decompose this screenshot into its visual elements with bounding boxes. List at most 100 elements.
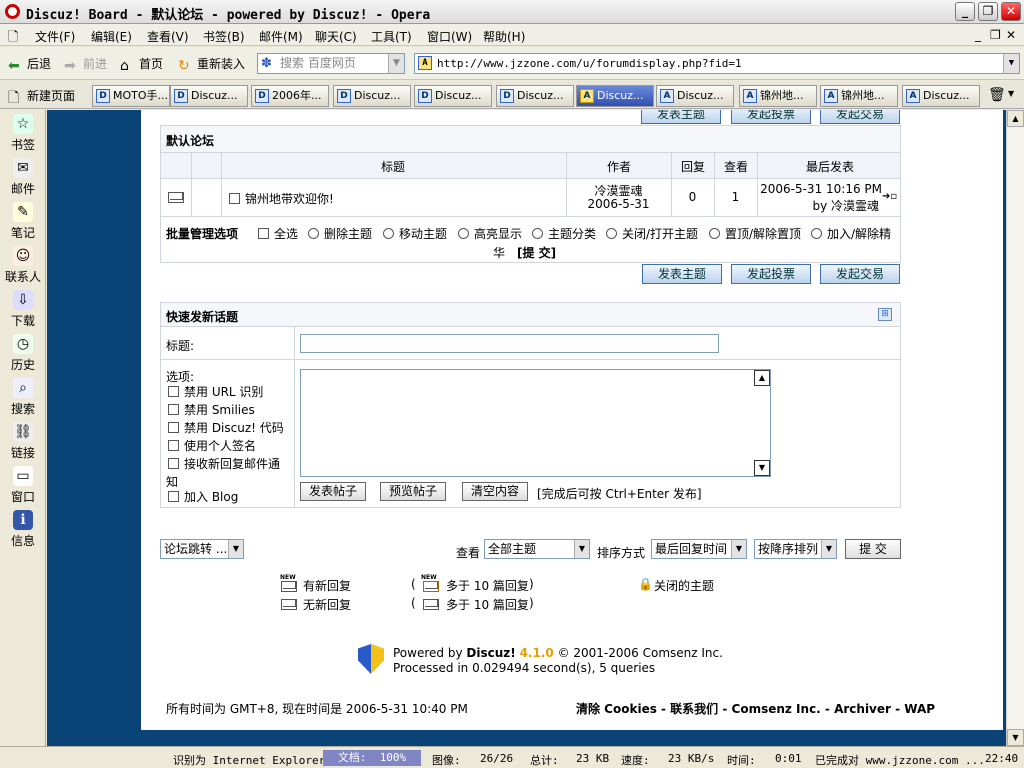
radio-close-open[interactable]: 关闭/打开主题 [606, 225, 698, 242]
message-textarea[interactable]: ▲ ▼ [300, 369, 771, 477]
textarea-scroll-down-icon[interactable]: ▼ [754, 460, 770, 476]
option-disable-discuz-code[interactable]: 禁用 Discuz! 代码 [168, 419, 284, 436]
restore-button[interactable]: ❐ [978, 2, 998, 21]
trash-icon[interactable]: 🗑 [988, 87, 1006, 103]
search-dropdown-icon[interactable]: ▼ [388, 54, 404, 73]
thread-title-link[interactable]: 锦州地带欢迎你! [229, 190, 334, 207]
new-page-button[interactable]: 🗋 新建页面 [8, 87, 75, 105]
tab-8[interactable]: A Discuz... [656, 85, 734, 107]
forward-button[interactable]: ➡ 前进 [64, 55, 107, 73]
sidebar-item-notes[interactable]: ✎ 笔记 [0, 202, 46, 241]
doc-minimize-button[interactable]: _ [975, 28, 981, 42]
home-button[interactable]: ⌂ 首页 [120, 55, 163, 73]
sidebar-item-info[interactable]: ℹ 信息 [0, 510, 46, 549]
radio-highlight[interactable]: 高亮显示 [458, 225, 522, 242]
doc-restore-button[interactable]: ❐ [990, 28, 1001, 42]
footer-links[interactable]: 清除 Cookies - 联系我们 - Comsenz Inc. - Archi… [576, 700, 935, 717]
post-trade-button[interactable]: 发起交易 [820, 264, 900, 284]
sidebar-label: 笔记 [10, 226, 35, 240]
menu-tools[interactable]: 工具(T) [371, 28, 412, 45]
clear-content-button[interactable]: 清空内容 [462, 482, 528, 501]
option-disable-smilies[interactable]: 禁用 Smilies [168, 401, 255, 418]
option-disable-url[interactable]: 禁用 URL 识别 [168, 383, 263, 400]
reload-button[interactable]: ↻ 重新装入 [178, 55, 245, 73]
top-post-trade-button[interactable]: 发起交易 [820, 110, 900, 124]
sidebar-item-windows[interactable]: ▭ 窗口 [0, 466, 46, 505]
thread-last-time[interactable]: 2006-5-31 10:16 PM [757, 182, 882, 196]
col-last-post[interactable]: 最后发表 [806, 158, 854, 175]
scroll-up-icon[interactable]: ▲ [1007, 110, 1024, 127]
sort-order-select[interactable]: 按降序排列 ▼ [754, 539, 837, 559]
radio-sticky[interactable]: 置顶/解除置顶 [709, 225, 801, 242]
tab-1[interactable]: D MOTO手... [92, 85, 170, 107]
tab-7[interactable]: A Discuz... [576, 85, 654, 107]
forum-jump-select[interactable]: 论坛跳转 ... ▼ [160, 539, 244, 559]
tab-4[interactable]: D Discuz... [333, 85, 411, 107]
radio-digest[interactable]: 加入/解除精 [811, 225, 891, 242]
sidebar-item-links[interactable]: ⛓ 链接 [0, 422, 46, 461]
tab-10[interactable]: A 锦州地... [820, 85, 898, 107]
top-post-poll-button[interactable]: 发起投票 [731, 110, 811, 124]
menu-bookmarks[interactable]: 书签(B) [203, 28, 245, 45]
sidebar-item-mail[interactable]: ✉ 邮件 [0, 158, 46, 197]
sort-by-select[interactable]: 最后回复时间 ▼ [651, 539, 747, 559]
batch-submit-button[interactable]: [提 交] [517, 244, 556, 261]
top-post-thread-button[interactable]: 发表主题 [641, 110, 721, 124]
trash-dropdown-icon[interactable]: ▼ [1008, 89, 1014, 98]
radio-delete[interactable]: 删除主题 [308, 225, 372, 242]
view-filter-select[interactable]: 全部主题 ▼ [484, 539, 590, 559]
minimize-button[interactable]: _ [955, 2, 975, 21]
doc-close-button[interactable]: ✕ [1006, 28, 1016, 42]
tab-favicon-icon: A [660, 89, 674, 103]
radio-move[interactable]: 移动主题 [383, 225, 447, 242]
menu-view[interactable]: 查看(V) [147, 28, 189, 45]
menu-help[interactable]: 帮助(H) [483, 28, 525, 45]
filter-submit-button[interactable]: 提 交 [845, 539, 901, 559]
menu-chat[interactable]: 聊天(C) [315, 28, 357, 45]
tab-11[interactable]: A Discuz... [902, 85, 980, 107]
col-author[interactable]: 作者 [607, 158, 631, 175]
sidebar-item-history[interactable]: ◷ 历史 [0, 334, 46, 373]
goto-last-post-icon[interactable]: ➔▫ [882, 191, 897, 202]
menu-window[interactable]: 窗口(W) [427, 28, 472, 45]
thread-last-by[interactable]: by 冷漠霊魂 [757, 197, 879, 214]
option-add-blog[interactable]: 加入 Blog [168, 488, 238, 505]
option-use-signature[interactable]: 使用个人签名 [168, 437, 256, 454]
close-button[interactable]: ✕ [1001, 2, 1021, 21]
textarea-scroll-up-icon[interactable]: ▲ [754, 370, 770, 386]
preview-post-button[interactable]: 预览帖子 [380, 482, 446, 501]
thread-select-checkbox[interactable] [229, 193, 240, 204]
menu-mail[interactable]: 邮件(M) [259, 28, 303, 45]
window-title: Discuz! Board - 默认论坛 - powered by Discuz… [26, 8, 431, 23]
scroll-down-icon[interactable]: ▼ [1007, 729, 1024, 746]
post-thread-button[interactable]: 发表主题 [642, 264, 722, 284]
tab-9[interactable]: A 锦州地... [739, 85, 817, 107]
address-dropdown-icon[interactable]: ▼ [1003, 54, 1019, 73]
select-all-checkbox[interactable]: 全选 [258, 225, 298, 242]
col-title[interactable]: 标题 [381, 158, 405, 175]
col-replies[interactable]: 回复 [681, 158, 705, 175]
menu-file[interactable]: 文件(F) [35, 28, 75, 45]
sidebar-item-search[interactable]: ⌕ 搜索 [0, 378, 46, 417]
footer-brand-link[interactable]: Discuz! [466, 646, 515, 660]
menu-edit[interactable]: 编辑(E) [91, 28, 132, 45]
back-button[interactable]: ⬅ 后退 [8, 55, 51, 73]
tab-2[interactable]: D Discuz... [170, 85, 248, 107]
tab-6[interactable]: D Discuz... [496, 85, 574, 107]
sidebar-item-contacts[interactable]: ☺ 联系人 [0, 246, 46, 285]
search-input[interactable]: ✽ 搜索 百度网页 ▼ [257, 53, 405, 74]
collapse-toggle-icon[interactable]: ⊞ [878, 308, 892, 321]
page-scrollbar[interactable]: ▲ ▼ [1006, 110, 1024, 746]
sidebar-item-downloads[interactable]: ⇩ 下载 [0, 290, 46, 329]
radio-category[interactable]: 主题分类 [532, 225, 596, 242]
browser-ident[interactable]: 识别为 Internet Explorer [173, 752, 325, 768]
col-views[interactable]: 查看 [724, 158, 748, 175]
post-poll-button[interactable]: 发起投票 [731, 264, 811, 284]
tab-3[interactable]: D 2006年... [251, 85, 329, 107]
subject-input[interactable] [300, 334, 719, 353]
option-email-notify[interactable]: 接收新回复邮件通 [168, 455, 280, 472]
address-input[interactable]: A http://www.jzzone.com/u/forumdisplay.p… [414, 53, 1020, 74]
submit-post-button[interactable]: 发表帖子 [300, 482, 366, 501]
sidebar-item-bookmarks[interactable]: ☆ 书签 [0, 114, 46, 153]
tab-5[interactable]: D Discuz... [414, 85, 492, 107]
